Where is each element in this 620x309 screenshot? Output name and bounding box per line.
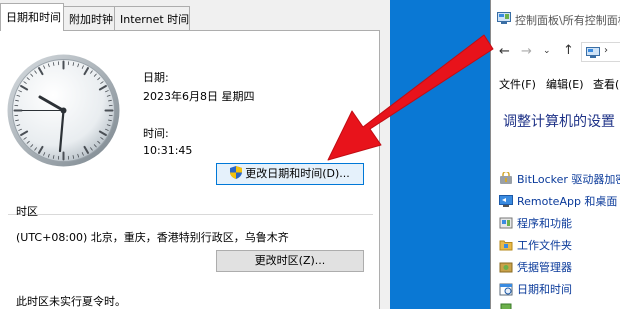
date-value: 2023年6月8日 星期四 <box>143 90 255 103</box>
item-remoteapp-label: RemoteApp 和桌面 <box>517 195 618 208</box>
dialog-border <box>380 0 390 309</box>
item-date-time[interactable]: 日期和时间 <box>499 281 572 299</box>
address-control-panel-icon <box>586 47 600 58</box>
change-datetime-label: 更改日期和时间(D)... <box>245 167 350 180</box>
tab-additional-clocks[interactable]: 附加时钟 <box>63 6 115 30</box>
address-chevron-icon: › <box>604 45 608 56</box>
change-timezone-button[interactable]: 更改时区(Z)... <box>216 250 364 272</box>
divider <box>8 214 373 215</box>
tab-internet-time[interactable]: Internet 时间 <box>114 6 190 30</box>
remoteapp-icon <box>499 195 513 207</box>
item-work-folders[interactable]: 工作文件夹 <box>499 237 572 255</box>
control-panel-heading: 调整计算机的设置 <box>503 114 615 130</box>
tab-panel: 日期: 2023年6月8日 星期四 时间: 10:31:45 更改日期和时间(D… <box>0 30 380 309</box>
bitlocker-icon <box>500 172 512 184</box>
up-arrow-icon[interactable]: ↑ <box>563 43 574 58</box>
control-panel-titlebar: 控制面板\所有控制面板 <box>491 0 620 30</box>
time-label: 时间: <box>143 127 169 140</box>
item-programs[interactable]: 程序和功能 <box>499 215 572 233</box>
item-remoteapp[interactable]: RemoteApp 和桌面 <box>499 193 617 211</box>
timezone-value: (UTC+08:00) 北京，重庆，香港特别行政区，乌鲁木齐 <box>16 231 289 244</box>
item-bitlocker-label: BitLocker 驱动器加密 <box>517 173 620 186</box>
menu-file[interactable]: 文件(F) <box>499 76 536 92</box>
back-arrow-icon[interactable]: ← <box>499 44 510 59</box>
item-credential-manager-label: 凭据管理器 <box>517 261 572 274</box>
date-label: 日期: <box>143 71 169 84</box>
work-folders-icon <box>499 240 513 251</box>
power-options-icon <box>500 303 512 309</box>
menu-edit[interactable]: 编辑(E) <box>546 76 584 92</box>
item-programs-label: 程序和功能 <box>517 217 572 230</box>
timezone-header: 时区 <box>16 205 38 218</box>
recent-locations-icon[interactable]: ⌄ <box>543 46 551 56</box>
control-panel-title: 控制面板\所有控制面板 <box>515 14 620 27</box>
analog-clock <box>7 54 120 167</box>
credential-manager-icon <box>499 262 513 273</box>
item-work-folders-label: 工作文件夹 <box>517 239 572 252</box>
menu-bar: 文件(F) 编辑(E) 查看( <box>491 70 620 96</box>
item-bitlocker[interactable]: BitLocker 驱动器加密 <box>499 171 620 189</box>
programs-icon <box>499 217 513 229</box>
time-value: 10:31:45 <box>143 144 193 157</box>
item-date-time-label: 日期和时间 <box>517 283 572 296</box>
menu-view[interactable]: 查看( <box>593 76 619 92</box>
address-bar[interactable]: › <box>581 42 620 62</box>
uac-shield-icon <box>230 166 243 179</box>
forward-arrow-icon[interactable]: → <box>521 44 532 59</box>
tab-bar: 日期和时间 附加时钟 Internet 时间 <box>0 0 390 31</box>
item-credential-manager[interactable]: 凭据管理器 <box>499 259 572 277</box>
change-datetime-button[interactable]: 更改日期和时间(D)... <box>216 163 364 185</box>
tab-date-time[interactable]: 日期和时间 <box>0 3 64 31</box>
control-panel-window: 控制面板\所有控制面板 ← → ⌄ ↑ › 文件(F) 编辑(E) 查看( 调整… <box>490 0 620 309</box>
control-panel-icon <box>497 12 511 24</box>
dst-note: 此时区未实行夏令时。 <box>16 295 126 308</box>
item-next[interactable] <box>499 302 517 309</box>
calendar-clock-icon <box>499 283 513 296</box>
navigation-toolbar: ← → ⌄ ↑ › <box>491 38 620 66</box>
datetime-dialog: 日期和时间 附加时钟 Internet 时间 日期: 2023年6月8日 星期四… <box>0 0 390 309</box>
